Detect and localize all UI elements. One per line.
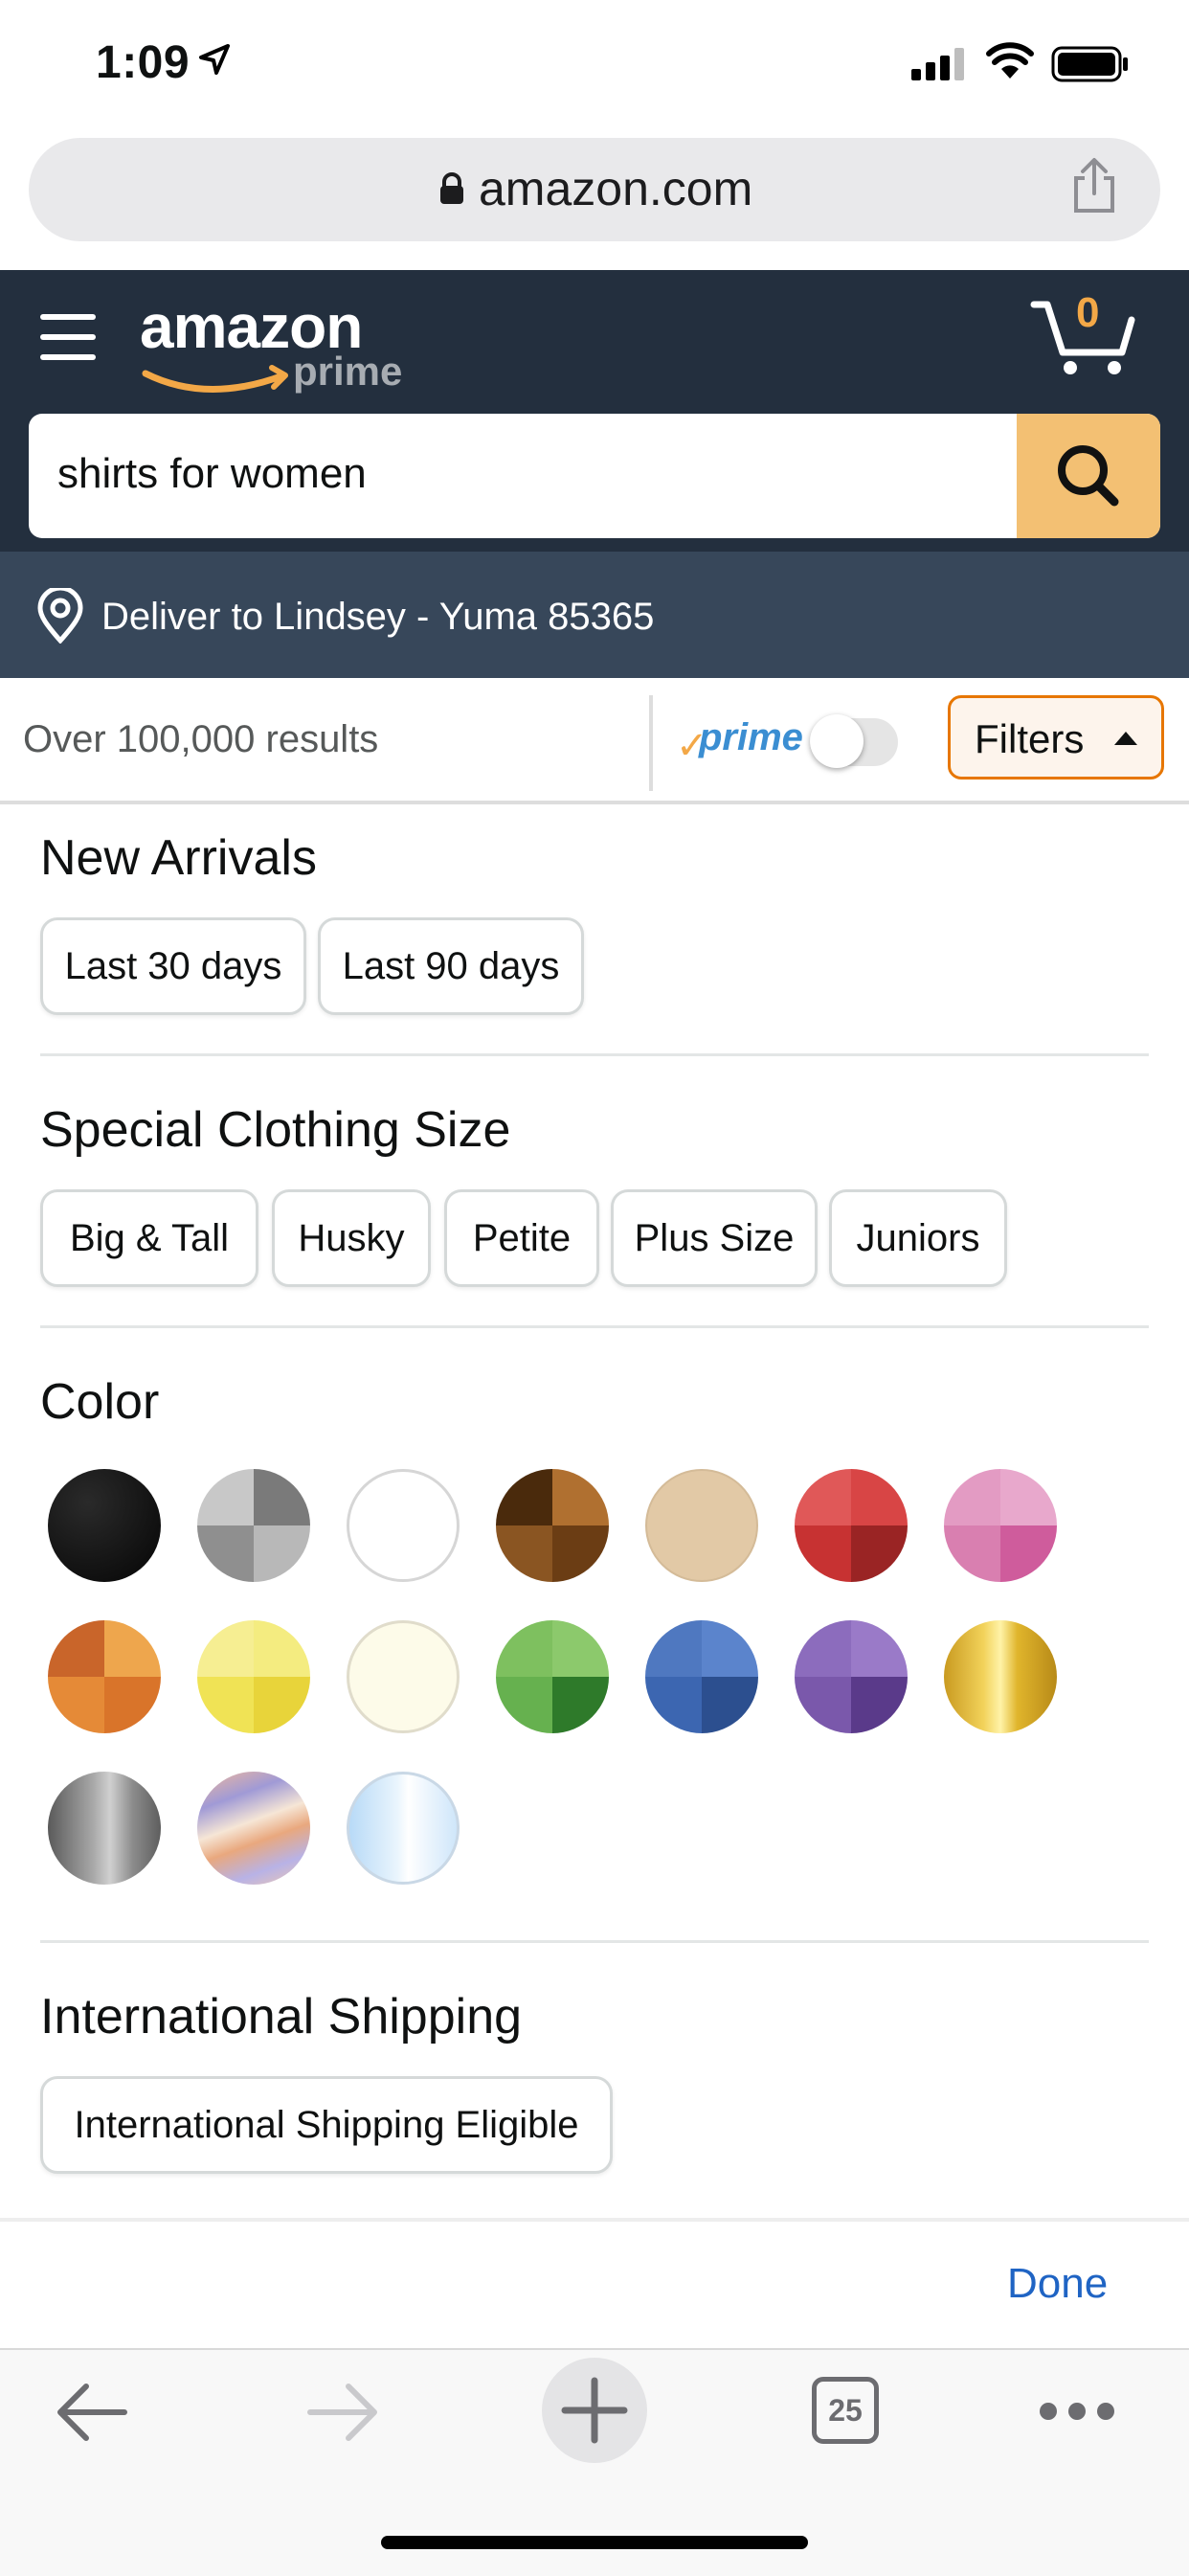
menu-icon[interactable]	[38, 308, 100, 366]
filter-chip-last-30-days[interactable]: Last 30 days	[40, 917, 306, 1015]
home-indicator	[381, 2536, 808, 2549]
color-swatch-beige[interactable]	[645, 1469, 758, 1582]
color-swatch-black[interactable]	[48, 1469, 161, 1582]
color-swatch-yellow[interactable]	[197, 1620, 310, 1733]
done-button[interactable]: Done	[1007, 2260, 1108, 2308]
section-title-intl-shipping: International Shipping	[40, 1989, 523, 2045]
location-pin-icon	[37, 588, 83, 644]
share-icon[interactable]	[1070, 157, 1118, 215]
back-arrow-icon[interactable]	[54, 2379, 130, 2446]
prime-toggle-knob[interactable]	[810, 714, 864, 768]
wifi-icon	[986, 42, 1034, 79]
prime-logo-text: prime	[293, 349, 403, 394]
cart-count: 0	[1076, 289, 1100, 336]
color-swatch-multi[interactable]	[197, 1772, 310, 1885]
filters-label[interactable]: Filters	[975, 716, 1084, 762]
amazon-smile-icon	[142, 365, 288, 393]
color-swatch-gray[interactable]	[197, 1469, 310, 1582]
section-divider	[40, 1940, 1149, 1943]
section-divider	[40, 1053, 1149, 1056]
color-swatch-orange[interactable]	[48, 1620, 161, 1733]
filter-chip-husky[interactable]: Husky	[272, 1189, 431, 1287]
color-swatch-pink[interactable]	[944, 1469, 1057, 1582]
section-title-color: Color	[40, 1374, 160, 1430]
color-swatch-gold[interactable]	[944, 1620, 1057, 1733]
status-time: 1:09	[96, 37, 191, 88]
color-swatch-purple[interactable]	[795, 1620, 908, 1733]
section-title-new-arrivals: New Arrivals	[40, 830, 317, 886]
more-icon[interactable]	[1036, 2394, 1118, 2429]
filter-chip-big-tall[interactable]: Big & Tall	[40, 1189, 258, 1287]
filter-chip-plus-size[interactable]: Plus Size	[611, 1189, 818, 1287]
search-icon	[1058, 445, 1119, 507]
filter-chip-juniors[interactable]: Juniors	[829, 1189, 1007, 1287]
results-count: Over 100,000 results	[23, 718, 379, 760]
color-swatch-white[interactable]	[347, 1469, 460, 1582]
plus-icon	[561, 2377, 628, 2444]
search-query-text[interactable]: shirts for women	[57, 450, 367, 498]
cellular-signal-icon	[911, 48, 964, 80]
forward-arrow-icon[interactable]	[304, 2379, 381, 2446]
location-arrow-icon	[199, 44, 230, 75]
section-divider	[40, 1325, 1149, 1328]
section-title-special-size: Special Clothing Size	[40, 1102, 511, 1158]
filter-chip-petite[interactable]: Petite	[444, 1189, 599, 1287]
results-divider	[649, 695, 653, 791]
tab-count: 25	[828, 2392, 863, 2428]
battery-icon	[1051, 46, 1128, 82]
deliver-address-text[interactable]: Deliver to Lindsey - Yuma 85365	[101, 596, 654, 639]
caret-up-icon	[1114, 732, 1137, 745]
color-swatch-blue[interactable]	[645, 1620, 758, 1733]
lock-icon	[440, 172, 463, 204]
color-swatch-brown[interactable]	[496, 1469, 609, 1582]
color-swatch-off-white[interactable]	[347, 1620, 460, 1733]
filter-chip-last-90-days[interactable]: Last 90 days	[318, 917, 584, 1015]
color-swatch-red[interactable]	[795, 1469, 908, 1582]
color-swatch-silver[interactable]	[48, 1772, 161, 1885]
prime-filter-label: prime	[699, 716, 803, 758]
color-swatch-green[interactable]	[496, 1620, 609, 1733]
new-tab-button[interactable]	[542, 2358, 647, 2463]
url-text[interactable]: amazon.com	[479, 161, 752, 216]
filter-chip-intl-shipping-eligible[interactable]: International Shipping Eligible	[40, 2076, 613, 2174]
search-button[interactable]	[1017, 414, 1160, 538]
color-swatch-clear[interactable]	[347, 1772, 460, 1885]
